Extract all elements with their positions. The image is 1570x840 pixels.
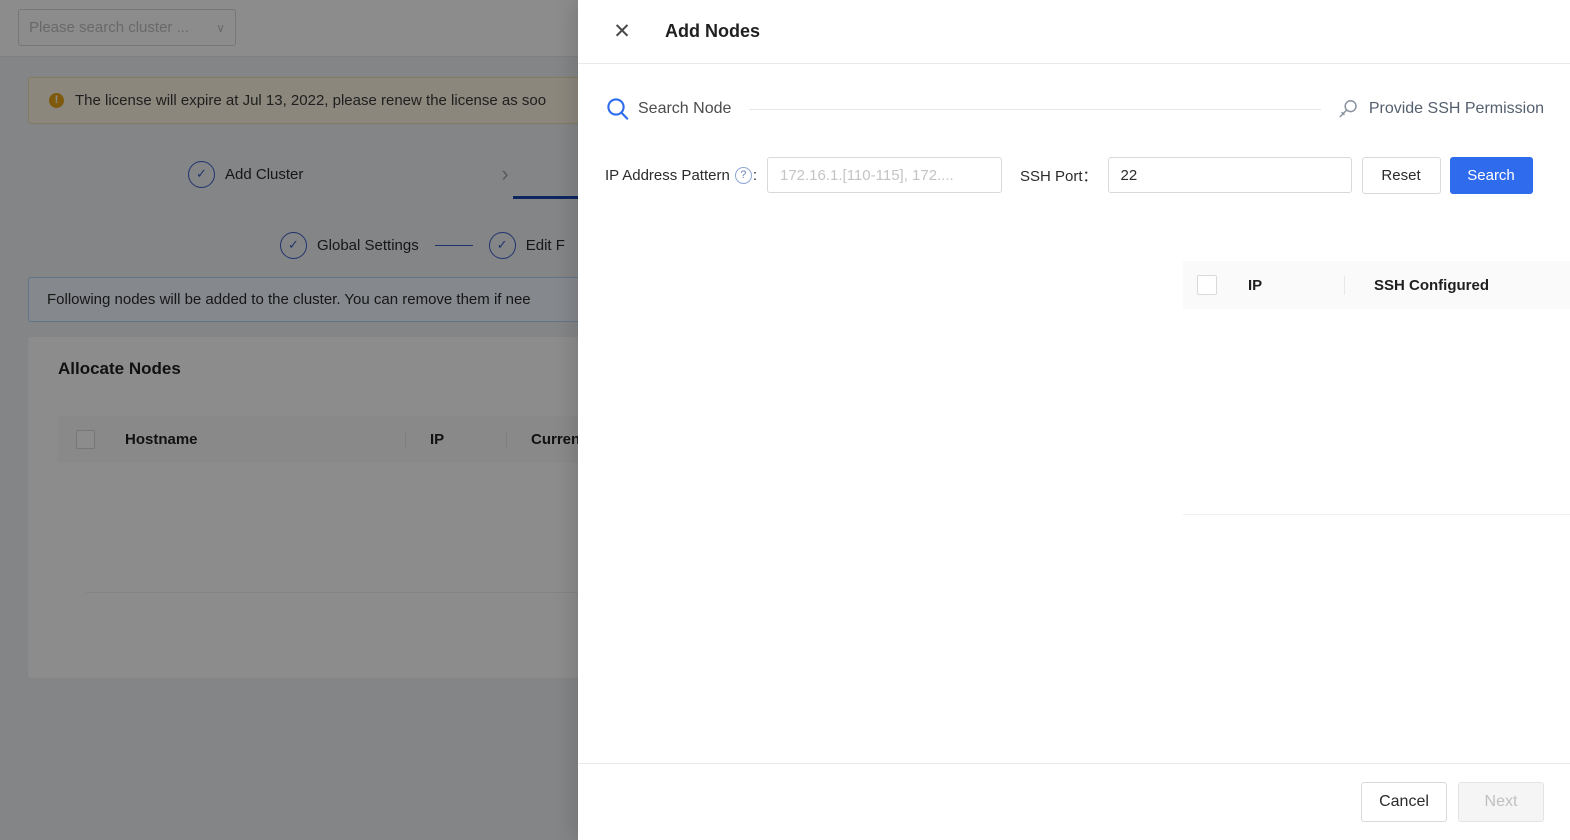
ip-address-pattern-text: IP Address Pattern — [605, 166, 730, 184]
column-ssh-configured: SSH Configured — [1374, 276, 1489, 294]
node-search-filter-row: IP Address Pattern ? : SSH Port： Reset S… — [578, 145, 1570, 205]
cancel-button[interactable]: Cancel — [1361, 782, 1447, 822]
reset-button[interactable]: Reset — [1361, 156, 1441, 194]
add-nodes-drawer: ✕ Add Nodes Search Node Provide SSH Perm… — [578, 0, 1570, 840]
provide-ssh-permission-button[interactable]: Provide SSH Permission — [1337, 98, 1544, 120]
nodes-table-header: IP SSH Configured Currently Managed Clus… — [1183, 261, 1570, 309]
provide-ssh-permission-label: Provide SSH Permission — [1368, 100, 1544, 117]
help-icon[interactable]: ? — [734, 166, 752, 184]
column-ip: IP — [1248, 276, 1263, 294]
select-all-checkbox[interactable] — [1197, 275, 1217, 295]
key-icon — [1339, 100, 1357, 118]
ip-address-pattern-input[interactable] — [766, 157, 1002, 193]
nodes-table: IP SSH Configured Currently Managed Clus… — [1183, 261, 1570, 515]
close-icon[interactable]: ✕ — [611, 20, 633, 43]
search-icon — [607, 98, 629, 120]
drawer-footer: Cancel Next — [578, 763, 1570, 840]
ssh-port-label: SSH Port： — [1019, 167, 1098, 185]
search-node-title: Search Node — [638, 100, 732, 117]
next-button[interactable]: Next — [1458, 782, 1544, 822]
drawer-body: Search Node Provide SSH Permission IP Ad… — [578, 64, 1570, 763]
ip-address-pattern-colon: : — [752, 166, 757, 184]
search-node-section-header: Search Node Provide SSH Permission — [578, 92, 1570, 126]
ip-address-pattern-label: IP Address Pattern ? : — [605, 166, 757, 184]
nodes-table-empty-state: No Data — [1183, 309, 1570, 515]
drawer-title: Add Nodes — [665, 21, 761, 41]
section-divider — [749, 108, 1321, 110]
search-button[interactable]: Search — [1449, 156, 1533, 194]
drawer-header: ✕ Add Nodes — [578, 0, 1570, 64]
ssh-port-input[interactable] — [1107, 157, 1352, 193]
